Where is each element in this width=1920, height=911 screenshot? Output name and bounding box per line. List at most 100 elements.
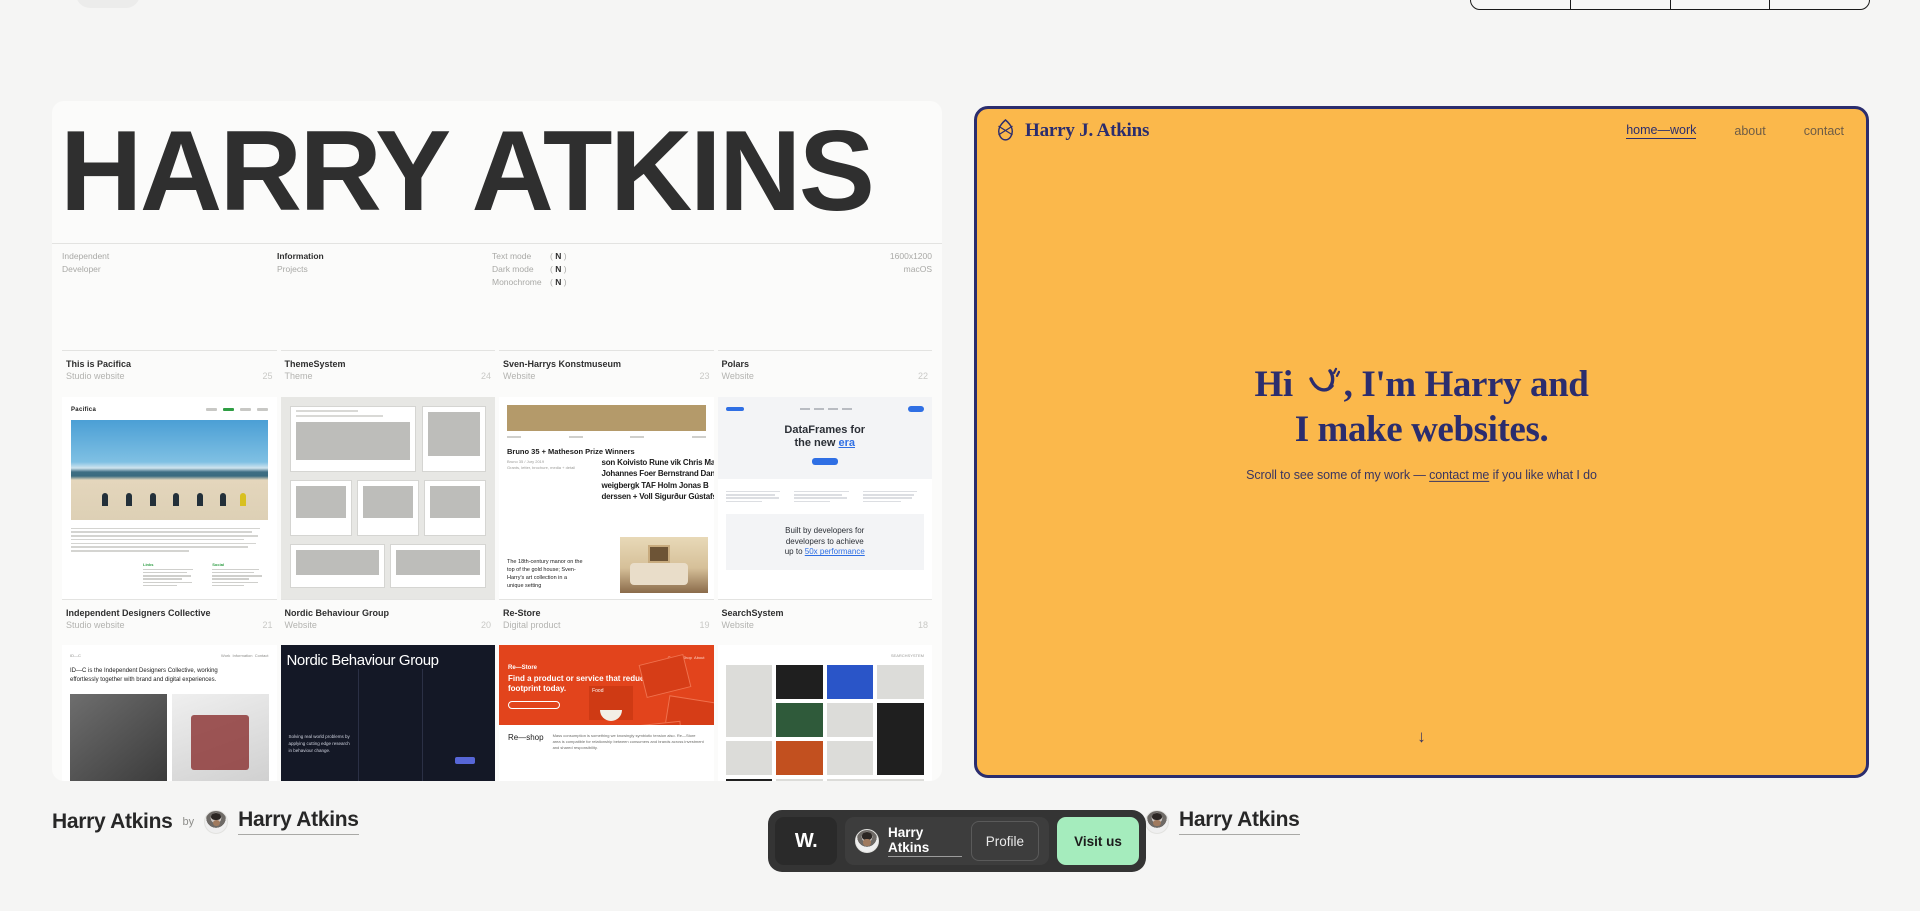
site-brand[interactable]: Harry J. Atkins [995, 119, 1149, 142]
project-header: This is Pacifica Studio website 25 [62, 358, 277, 382]
project-number: 24 [480, 371, 491, 382]
thumb-idc-images [70, 693, 269, 781]
meta-role-line2: Developer [62, 263, 101, 274]
project-card[interactable]: SearchSystem Website 18 SEARCHSYSTEM [717, 598, 933, 781]
project-number: 18 [917, 619, 928, 630]
project-kind: Digital product [503, 619, 561, 630]
project-card[interactable]: Independent Designers Collective Studio … [62, 598, 277, 781]
project-number: 25 [262, 371, 273, 382]
hero-line1-a: Hi [1254, 363, 1294, 405]
toggle-dark-mode-key: ( N ) [550, 263, 567, 274]
project-card[interactable]: Polars Website 22 DataFrames for the new… [717, 350, 933, 599]
project-thumbnail[interactable]: DataFrames for the new era Built by deve… [717, 396, 933, 599]
top-left-partial-panel [76, 0, 140, 8]
project-kind: Studio website [66, 619, 125, 630]
left-site-preview-card[interactable]: HARRY ATKINS Independent Developer Infor… [52, 101, 942, 781]
meta-role-line1: Independent [62, 251, 110, 261]
thumb-nordic-text: Solving real world problems by applying … [288, 733, 350, 754]
right-card-caption: Harry Atkins [1145, 808, 1300, 835]
project-card[interactable]: ThemeSystem Theme 24 [280, 350, 495, 599]
toolbar-user-chip[interactable]: Harry Atkins Profile [845, 817, 1049, 865]
toolbar-logo[interactable]: W. [775, 817, 837, 865]
site-nav-links: home—work about contact [1626, 123, 1844, 139]
project-card[interactable]: This is Pacifica Studio website 25 Pacif… [62, 350, 277, 599]
thumb-polars-headline: DataFrames for the new era [784, 423, 866, 450]
thumb-beach-photo [71, 419, 268, 520]
toggle-dark-mode[interactable]: Dark mode ( N ) [492, 263, 792, 276]
visit-us-button[interactable]: Visit us [1057, 817, 1139, 865]
project-card[interactable]: Re-Store Digital product 19 Guides Shop … [499, 598, 714, 781]
project-header: Re-Store Digital product 19 [499, 607, 714, 631]
table-cell [1770, 0, 1869, 9]
project-header: Nordic Behaviour Group Website 20 [281, 607, 496, 631]
right-site-preview-card[interactable]: Harry J. Atkins home—work about contact … [974, 106, 1869, 778]
nav-link-home-work[interactable]: home—work [1626, 123, 1697, 139]
avatar [1145, 809, 1169, 834]
caption-author[interactable]: Harry Atkins [238, 808, 359, 835]
table-cell [1471, 0, 1571, 9]
project-name: This is Pacifica [66, 359, 132, 370]
project-thumbnail[interactable]: Guides Shop About Re—Store Find a produc… [499, 644, 714, 781]
hero-headline: Hi , I'm Harry and I make websites. [1017, 362, 1826, 452]
toggle-text-mode-label: Text mode [492, 251, 532, 261]
meta-nav: Information Projects [277, 250, 492, 288]
project-thumbnail[interactable] [280, 396, 495, 599]
project-header: Sven-Harrys Konstmuseum Website 23 [499, 358, 714, 382]
project-name: Sven-Harrys Konstmuseum [503, 359, 622, 370]
nav-link-about[interactable]: about [1734, 124, 1765, 138]
meta-nav-projects[interactable]: Projects [277, 263, 492, 276]
floating-toolbar: W. Harry Atkins Profile Visit us [768, 810, 1146, 872]
hero-subtitle: Scroll to see some of my work — contact … [1017, 468, 1826, 482]
toolbar-user-name: Harry Atkins [888, 825, 962, 857]
project-kind: Website [284, 619, 317, 630]
thumb-nav-icon [205, 408, 268, 412]
thumb-idc-lead: ID—C is the Independent Designers Collec… [70, 667, 218, 683]
project-card[interactable]: Sven-Harrys Konstmuseum Website 23 Bruno… [499, 350, 714, 599]
meta-nav-information[interactable]: Information [277, 250, 492, 263]
thumb-search-mosaic [725, 664, 924, 781]
meta-resolution: 1600x1200 [889, 251, 932, 261]
thumb-list-columns: Links Social [71, 562, 268, 588]
avatar [855, 829, 879, 853]
caption-by-label: by [182, 815, 195, 828]
caption-author[interactable]: Harry Atkins [1179, 808, 1300, 835]
thumb-restore-pack: Food [589, 686, 634, 722]
thumb-polars-cta [811, 458, 838, 466]
project-kind: Website [503, 371, 536, 382]
thumb-restore-cta [508, 700, 560, 709]
scroll-down-arrow-icon[interactable]: ↓ [1417, 727, 1426, 747]
thumb-interior-photo [619, 536, 708, 593]
hero-sub-link[interactable]: contact me [1429, 468, 1489, 482]
meta-os: macOS [903, 263, 932, 274]
preview-wordmark: HARRY ATKINS [60, 108, 875, 235]
profile-button[interactable]: Profile [970, 821, 1039, 861]
project-name: Nordic Behaviour Group [284, 607, 390, 618]
meta-role: Independent Developer [62, 250, 277, 288]
project-thumbnail[interactable]: SEARCHSYSTEM [717, 644, 932, 781]
project-thumbnail[interactable]: ID—C Work Information Contact ID—C is the… [62, 644, 277, 781]
project-card[interactable]: Nordic Behaviour Group Website 20 Nordic… [280, 598, 496, 781]
project-number: 21 [262, 619, 273, 630]
thumb-polars-features [718, 479, 933, 504]
toggle-text-mode-key: ( N ) [550, 251, 567, 261]
toggle-monochrome[interactable]: Monochrome ( N ) [492, 276, 792, 289]
toggle-monochrome-label: Monochrome [492, 276, 542, 287]
caption-title: Harry Atkins [52, 809, 173, 833]
top-right-partial-table [1470, 0, 1870, 10]
project-thumbnail[interactable]: Nordic Behaviour Group Solving real worl… [280, 644, 495, 781]
thumb-search-nav: SEARCHSYSTEM [890, 652, 924, 658]
project-number: 19 [699, 619, 710, 630]
project-name: Re-Store [503, 607, 541, 618]
project-name: Polars [721, 359, 750, 370]
hero-line1-b: , I'm Harry and [1343, 363, 1589, 405]
thumb-gold-band [507, 404, 706, 431]
project-thumbnail[interactable]: Bruno 35 + Matheson Prize Winners Bruno … [499, 396, 714, 599]
project-name: ThemeSystem [284, 359, 346, 370]
project-header: SearchSystem Website 18 [718, 607, 933, 631]
thumb-polars-nav [725, 405, 924, 412]
toggle-dark-mode-label: Dark mode [492, 263, 534, 274]
project-thumbnail[interactable]: Pacifica Links Social [62, 396, 277, 599]
nav-link-contact[interactable]: contact [1804, 124, 1844, 138]
toggle-text-mode[interactable]: Text mode ( N ) [492, 250, 792, 263]
project-number: 20 [480, 619, 491, 630]
